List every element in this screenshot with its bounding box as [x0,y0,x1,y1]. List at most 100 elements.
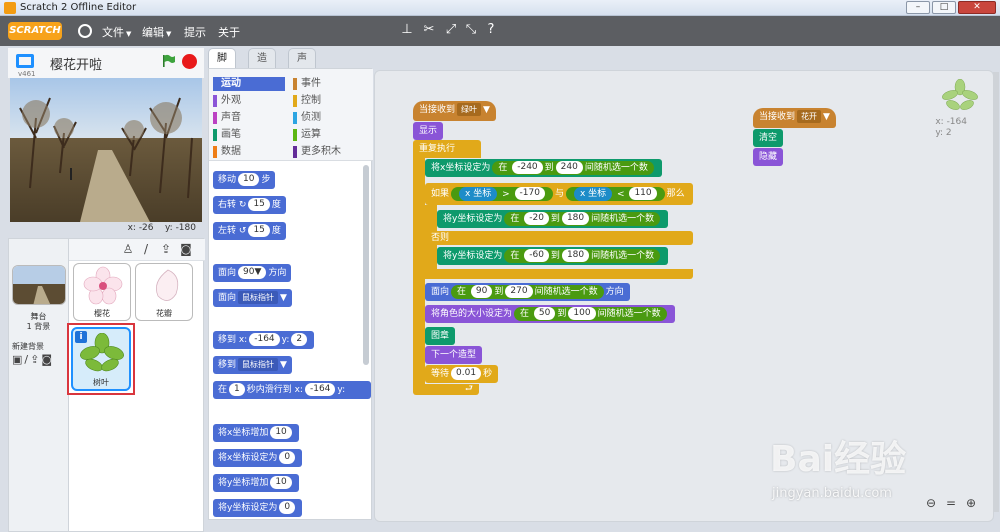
project-title[interactable]: 樱花开啦 [50,54,102,73]
green-flag-icon[interactable] [162,54,176,68]
set-x-random-block[interactable]: 将x坐标设定为在 -240 到 240 间随机选一个数 [425,159,662,177]
if-else-block[interactable]: 如果 x 坐标 > -170 与 x 坐标 < 110 那么 [425,183,693,205]
palette-set-y-block[interactable]: 将y坐标设定为 0 [213,499,303,517]
scissors-icon[interactable]: ✂ [422,23,436,37]
palette-change-x-block[interactable]: 将x坐标增加 10 [213,424,299,442]
tab-scripts[interactable]: 脚本 [208,48,236,84]
scripts-scrollbar[interactable] [993,72,999,512]
palette-goto-block[interactable]: 移到 鼠标指针 ▼ [213,356,292,374]
else-label: 否则 [425,231,693,245]
palette-glide-block[interactable]: 在 1 秒内滑行到 x: -164 y: [213,381,371,399]
backdrop-camera-icon[interactable]: ◙ [41,353,54,366]
presentation-mode-icon[interactable] [16,54,34,68]
stage-column: 舞台 1 背景 新建背景 ▣/⇪◙ [9,239,69,531]
stamp-block[interactable]: 图章 [425,327,456,345]
new-backdrop-tools: ▣/⇪◙ [12,353,54,366]
category-control[interactable]: 控制 [293,94,365,108]
forever-block[interactable]: 重复执行 [413,140,481,158]
clear-block[interactable]: 清空 [753,129,784,147]
zoom-reset-icon[interactable]: = [943,495,959,511]
palette-point-towards-block[interactable]: 面向 鼠标指针 ▼ [213,289,292,307]
close-button[interactable]: ✕ [958,1,996,14]
wait-block[interactable]: 等待 0.01 秒 [425,365,499,383]
show-block[interactable]: 显示 [413,122,444,140]
rotate-left-icon: ↺ [238,226,247,236]
scripts-area[interactable]: 当接收到 绿叶 ▼ 显示 重复执行 将x坐标设定为在 -240 到 240 间随机选一个数… [374,70,994,522]
maximize-button[interactable]: □ [932,1,956,14]
language-globe-icon[interactable] [78,24,92,38]
scratch-logo[interactable]: SCRATCH [8,22,62,40]
set-y-random-block-2[interactable]: 将y坐标设定为在 -60 到 180 间随机选一个数 [437,247,669,265]
window-title: Scratch 2 Offline Editor [20,2,137,13]
category-sound[interactable]: 声音 [213,111,285,125]
version-label: v461 [18,70,36,78]
minimize-button[interactable]: – [906,1,930,14]
category-pen[interactable]: 画笔 [213,128,285,142]
palette-turn-left-block[interactable]: 左转 ↺ 15 度 [213,222,286,240]
palette-turn-right-block[interactable]: 右转 ↻ 15 度 [213,196,286,214]
zoom-controls: ⊖ = ⊕ [923,495,979,511]
forever-side [413,157,425,385]
zoom-in-icon[interactable]: ⊕ [963,495,979,511]
point-random-direction-block[interactable]: 面向在 90 到 270 间随机选一个数 方向 [425,283,630,301]
sprite-name-sakura: 樱花 [94,309,110,318]
palette-set-x-block[interactable]: 将x坐标设定为 0 [213,449,303,467]
category-looks[interactable]: 外观 [213,94,285,108]
palette-change-y-block[interactable]: 将y坐标增加 10 [213,474,299,492]
stage-canvas[interactable] [10,78,202,222]
stop-icon[interactable] [182,54,197,69]
menu-edit[interactable]: 编辑 ▼ [142,24,171,40]
set-y-random-block-1[interactable]: 将y坐标设定为在 -20 到 180 间随机选一个数 [437,210,669,228]
new-backdrop-label: 新建背景 [12,342,44,351]
shrink-icon[interactable]: ⤡ [464,23,478,37]
sprite-thumbnail-petal[interactable]: 花瓣 [135,263,193,321]
window-titlebar: Scratch 2 Offline Editor – □ ✕ [0,0,1000,16]
stamp-icon[interactable]: ⊥ [400,23,414,37]
stage-header: v461 樱花开啦 [8,48,204,78]
palette-move-block[interactable]: 移动 10 步 [213,171,276,189]
sprite-name-leaf: 树叶 [93,378,109,387]
paint-sprite-icon[interactable]: / [139,242,153,256]
set-size-random-block[interactable]: 将角色的大小设定为在 50 到 100 间随机选一个数 [425,305,675,323]
forever-bottom: ⮐ [413,384,479,395]
camera-sprite-icon[interactable]: ◙ [179,242,193,256]
sprite-name-petal: 花瓣 [156,309,172,318]
category-data[interactable]: 数据 [213,145,285,159]
menu-about[interactable]: 关于 [218,24,240,40]
grow-icon[interactable]: ⤢ [444,23,458,37]
if-else-bottom [425,269,693,279]
menu-tips[interactable]: 提示 [184,24,206,40]
sprite-library-icon[interactable]: ♙ [121,242,135,256]
sprite-thumbnail-leaf[interactable]: i 树叶 [71,327,131,391]
new-sprite-toolbar: ♙ / ⇪ ◙ [69,239,205,261]
category-operators[interactable]: 运算 [293,128,365,142]
backdrop-library-icon[interactable]: ▣ [12,353,24,366]
backdrop-count: 1 背景 [26,322,51,331]
palette-goto-xy-block[interactable]: 移到 x: -164 y: 2 [213,331,315,349]
menu-bar: SCRATCH 文件 ▼ 编辑 ▼ 提示 关于 ⊥ ✂ ⤢ ⤡ ? [0,16,1000,46]
category-more-blocks[interactable]: 更多积木 [293,145,365,159]
current-sprite-preview [942,79,978,110]
category-sensing[interactable]: 侦测 [293,111,365,125]
upload-sprite-icon[interactable]: ⇪ [159,242,173,256]
zoom-out-icon[interactable]: ⊖ [923,495,939,511]
stage-backdrop-image [10,78,202,222]
help-icon[interactable]: ? [484,23,498,37]
hide-block[interactable]: 隐藏 [753,148,784,166]
category-events[interactable]: 事件 [293,77,365,91]
when-receive-hat-leaf[interactable]: 当接收到 绿叶 ▼ [413,101,496,121]
backdrop-upload-icon[interactable]: ⇪ [30,353,41,366]
category-motion[interactable]: 运动 [213,77,285,91]
when-receive-hat-flower[interactable]: 当接收到 花开 ▼ [753,108,836,128]
tab-sounds[interactable]: 声音 [288,48,316,84]
backdrop-thumbnail[interactable] [12,265,66,305]
palette-point-direction-block[interactable]: 面向 90▼ 方向 [213,264,292,282]
sprite-pane: 舞台 1 背景 新建背景 ▣/⇪◙ ♙ / ⇪ ◙ 樱花 花瓣 i 树叶 [8,238,205,532]
menu-file[interactable]: 文件 ▼ [102,24,131,40]
palette-scrollbar[interactable] [363,165,369,365]
sprite-thumbnail-sakura[interactable]: 樱花 [73,263,131,321]
blocks-palette: 运动 外观 声音 画笔 数据 事件 控制 侦测 运算 更多积木 移动 10 步 右转… [208,68,373,520]
mouse-coordinates: x: -26 y: -180 [127,223,196,233]
next-costume-block[interactable]: 下一个造型 [425,346,483,364]
tab-costumes[interactable]: 造型 [248,48,276,84]
